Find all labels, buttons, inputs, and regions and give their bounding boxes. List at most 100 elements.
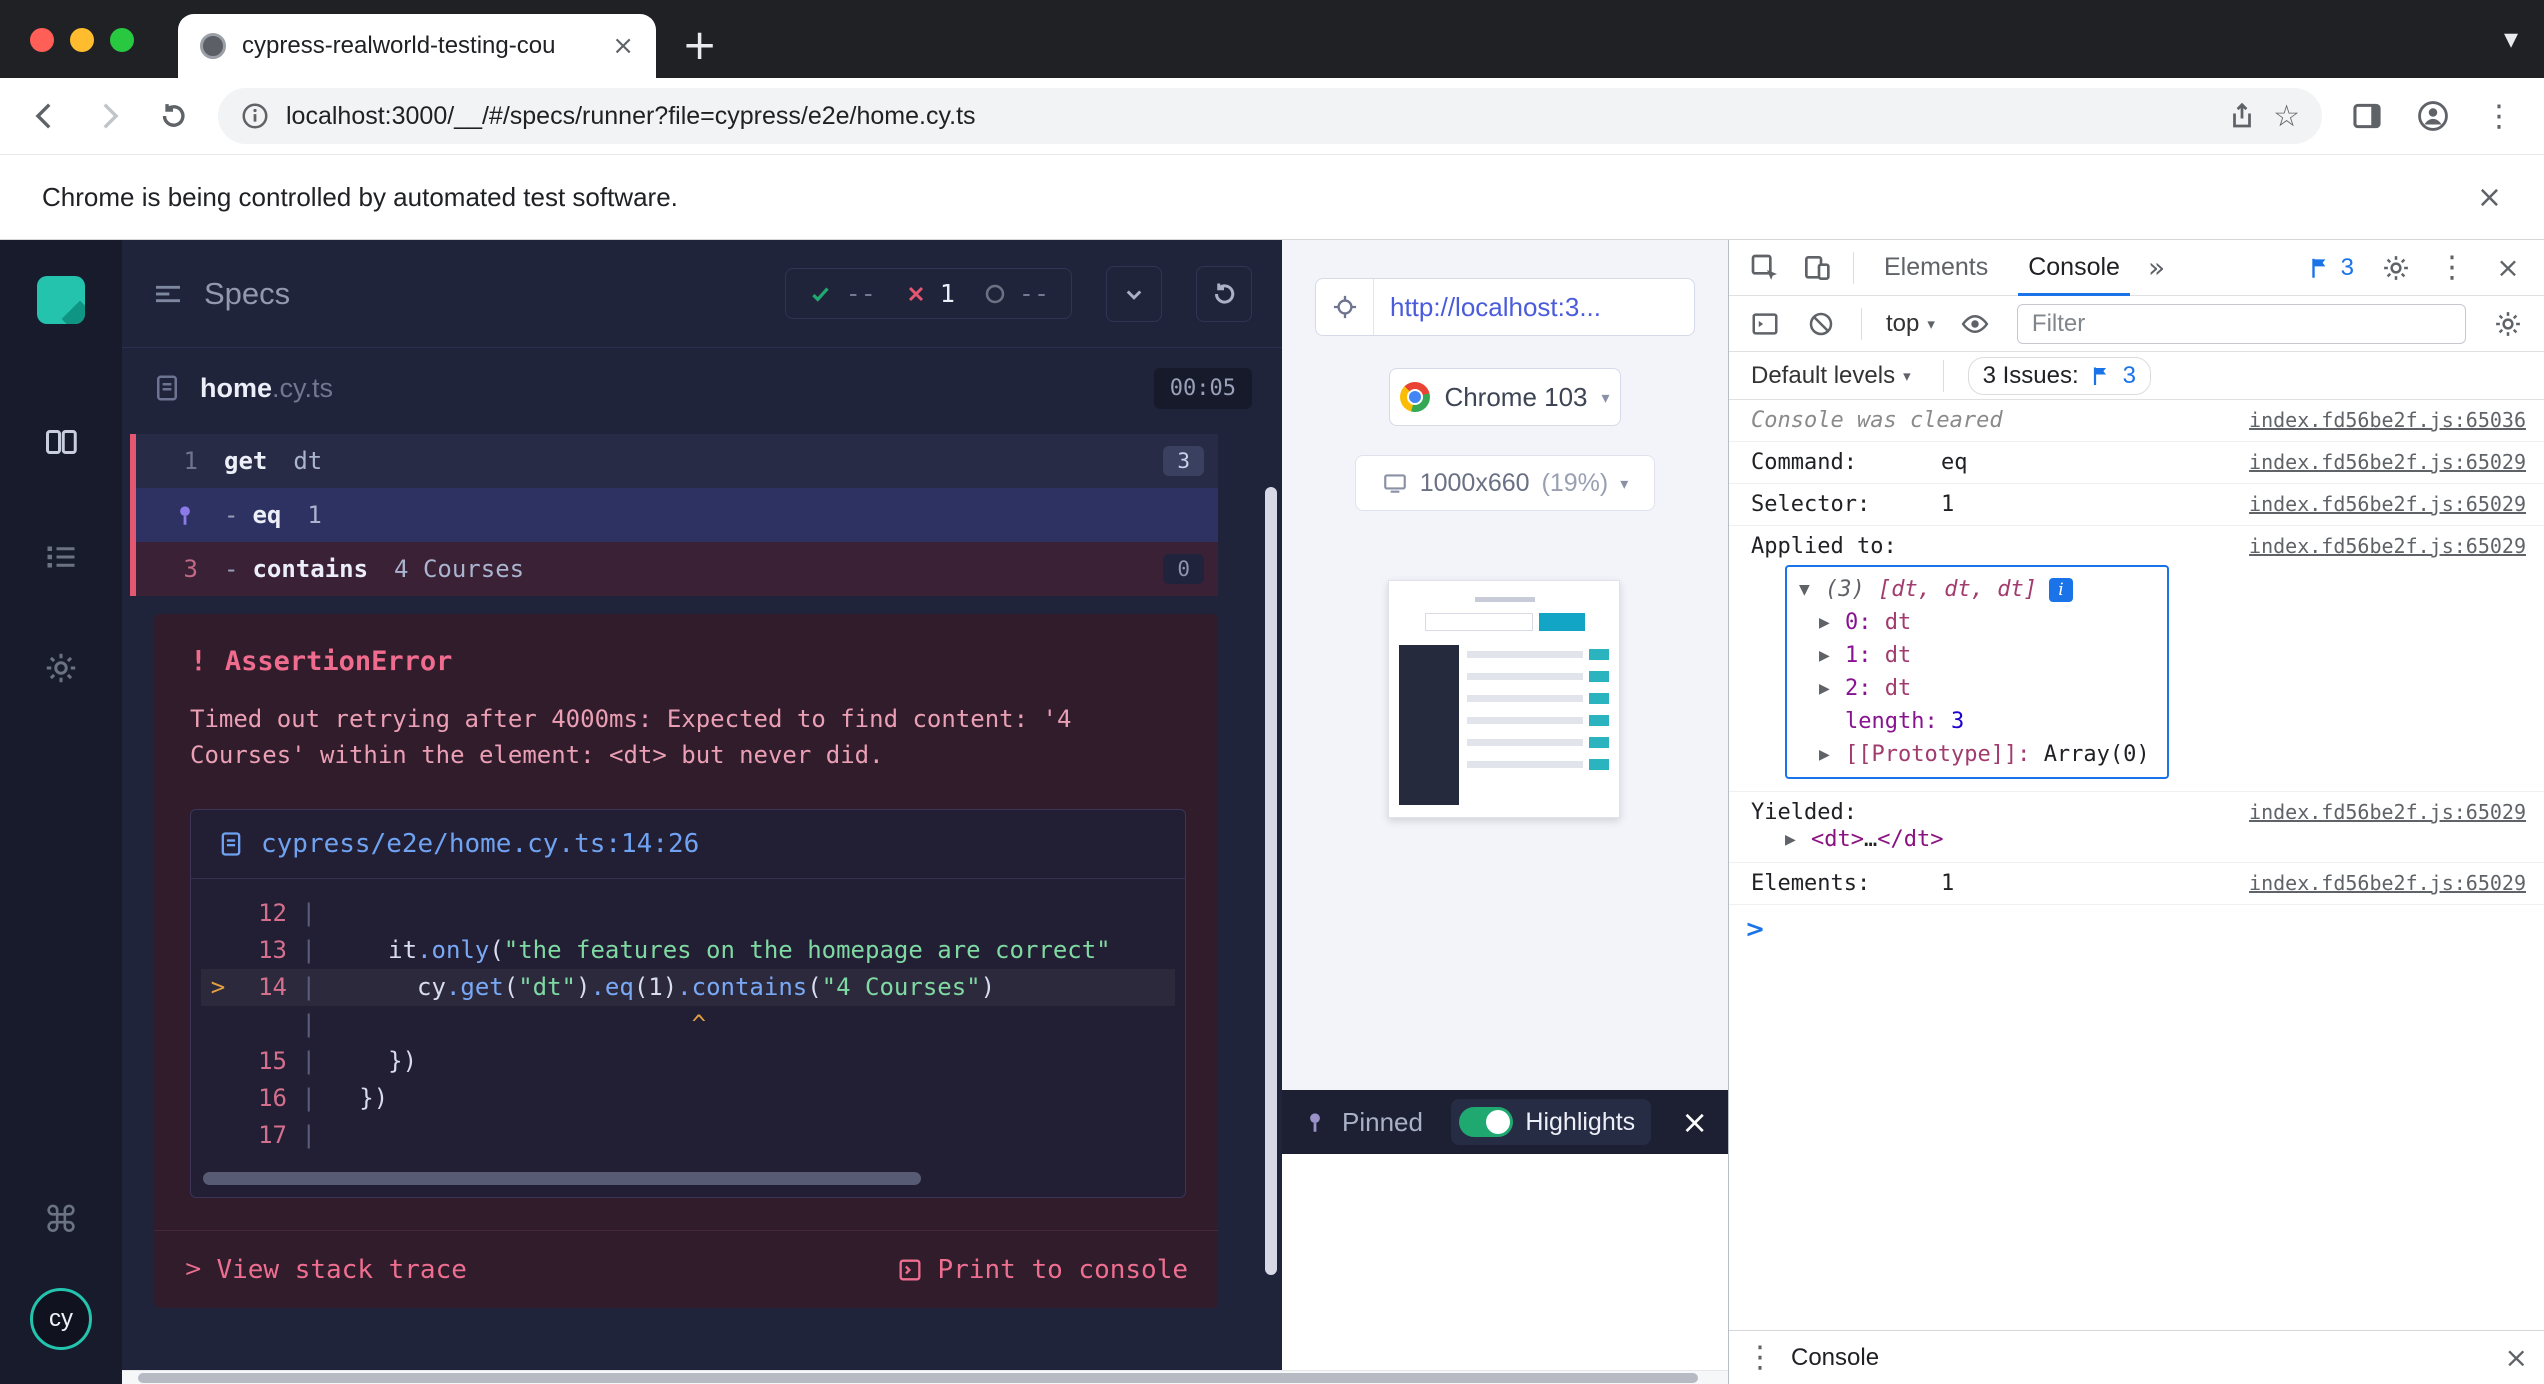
code-line: 17 | [258,1121,331,1149]
array-inspection-box: ▼ (3) [dt, dt, dt] i ▶ 0: dt ▶ 1: dt ▶ 2… [1785,565,2169,779]
pin-icon[interactable] [136,502,198,528]
scrollbar-thumb[interactable] [138,1373,1698,1383]
command-number: 1 [183,447,198,475]
aut-url-bar[interactable]: http://localhost:3... [1315,278,1695,336]
code-frame-file-link[interactable]: cypress/e2e/home.cy.ts:14:26 [261,829,699,859]
rerun-tests-button[interactable] [1196,265,1252,322]
array-preview-line[interactable]: ▼ (3) [dt, dt, dt] i [1799,573,2155,606]
clear-console-icon[interactable] [1797,300,1845,348]
address-bar[interactable]: localhost:3000/__/#/specs/runner?file=cy… [218,88,2322,144]
site-info-icon[interactable] [240,101,270,131]
scrollbar-thumb[interactable] [203,1172,921,1185]
user-avatar[interactable]: cy [0,1288,122,1350]
back-button[interactable] [16,87,74,145]
reporter-scrollbar[interactable] [1265,487,1277,1275]
device-toolbar-icon[interactable] [1793,244,1841,292]
issues-summary-button[interactable]: 3 Issues: 3 [1967,356,2152,395]
issues-counter-button[interactable]: 3 [2297,250,2364,286]
disclosure-closed-icon[interactable]: ▶ [1819,747,1845,763]
command-row-get[interactable]: 1 get dt 3 [136,434,1218,488]
source-link[interactable]: index.fd56be2f.js:65029 [2229,492,2526,516]
window-zoom-button[interactable] [110,28,134,52]
disclosure-closed-icon[interactable]: ▶ [1785,832,1811,848]
execution-context-dropdown[interactable]: top ▾ [1878,310,1943,338]
tab-close-icon[interactable]: × [612,31,634,61]
log-label: Yielded: [1751,800,1857,825]
array-item[interactable]: ▶ 1: dt [1799,639,2155,672]
inspect-element-icon[interactable] [1741,244,1789,292]
code-frame-scrollbar[interactable] [203,1172,1173,1185]
browser-menu-icon[interactable]: ⋮ [2470,87,2528,145]
info-badge-icon[interactable]: i [2048,577,2073,602]
sidebar-item-settings[interactable] [0,650,122,686]
command-name: get [224,447,268,475]
view-stack-trace-link[interactable]: > View stack trace [184,1255,467,1285]
window-minimize-button[interactable] [70,28,94,52]
disclosure-closed-icon[interactable]: ▶ [1819,681,1845,697]
chevron-down-icon: ▾ [1620,473,1629,493]
new-tab-button[interactable]: + [682,24,717,66]
drawer-close-icon[interactable]: × [2505,1341,2528,1374]
side-panel-icon[interactable] [2338,87,2396,145]
aut-url-link[interactable]: http://localhost:3... [1374,292,1617,323]
disclosure-closed-icon[interactable]: ▶ [1819,615,1845,631]
forward-button[interactable] [80,87,138,145]
devtools-settings-icon[interactable] [2372,244,2420,292]
more-tabs-icon[interactable]: » [2142,251,2171,284]
devtools-close-icon[interactable]: × [2484,244,2532,292]
tab-elements[interactable]: Elements [1866,240,2006,296]
drawer-console-tab[interactable]: Console [1791,1344,1879,1372]
disclosure-open-icon[interactable]: ▼ [1799,582,1825,598]
selector-playground-icon[interactable] [1316,279,1374,335]
sidebar-item-runs[interactable] [0,539,122,575]
devtools-menu-icon[interactable]: ⋮ [2428,244,2476,292]
bookmark-star-icon[interactable]: ☆ [2273,99,2300,134]
infobar-close-icon[interactable]: × [2477,180,2502,215]
share-icon[interactable] [2227,101,2257,131]
console-settings-icon[interactable] [2484,300,2532,348]
reload-button[interactable] [144,87,202,145]
window-close-button[interactable] [30,28,54,52]
page-horizontal-scrollbar[interactable] [122,1370,1728,1384]
profile-avatar-icon[interactable] [2404,87,2462,145]
array-item[interactable]: ▶ 2: dt [1799,672,2155,705]
highlights-toggle[interactable] [1459,1107,1514,1137]
log-levels-dropdown[interactable]: Default levels ▾ [1743,362,1919,390]
console-prompt[interactable]: > [1729,905,2544,953]
sidebar-item-specs[interactable] [0,424,122,460]
source-link[interactable]: index.fd56be2f.js:65029 [2229,534,2526,558]
keyboard-shortcuts-icon[interactable]: ⌘ [0,1200,122,1241]
cypress-logo[interactable] [37,276,85,324]
source-link[interactable]: index.fd56be2f.js:65036 [2229,408,2526,432]
source-link[interactable]: index.fd56be2f.js:65029 [2229,450,2526,474]
tab-console[interactable]: Console [2010,240,2138,296]
console-filter-input[interactable] [2016,303,2466,344]
cross-icon [908,286,923,301]
browser-tab[interactable]: cypress-realworld-testing-cou × [178,14,656,78]
array-prototype-line[interactable]: ▶ [[Prototype]]: Array(0) [1799,738,2155,771]
flag-icon [2311,258,2326,278]
tab-search-icon[interactable]: ▾ [2504,22,2518,55]
command-row-eq[interactable]: - eq 1 [136,488,1218,542]
chevron-right-icon: > [184,1257,203,1282]
command-row-contains[interactable]: 3 - contains 4 Courses 0 [136,542,1218,596]
spec-file-bar[interactable]: home.cy.ts 00:05 [122,348,1282,428]
drawer-menu-icon[interactable]: ⋮ [1745,1340,1775,1375]
print-to-console-link[interactable]: Print to console [896,1255,1188,1285]
unpin-close-icon[interactable]: × [1681,1103,1708,1141]
main-content: ⌘ cy Specs -- 1 -- home.cy.ts 00:05 1 ge… [0,240,2544,1384]
viewport-size-dropdown[interactable]: 1000x660 (19%) ▾ [1355,455,1655,511]
specs-list-icon[interactable] [152,278,184,310]
yielded-element-preview[interactable]: ▶ <dt>… </dt> [1729,827,2544,863]
source-link[interactable]: index.fd56be2f.js:65029 [2229,800,2526,824]
collapse-tests-button[interactable] [1106,265,1162,322]
url-text[interactable]: localhost:3000/__/#/specs/runner?file=cy… [286,102,2211,131]
console-sidebar-icon[interactable] [1741,300,1789,348]
browser-selector-dropdown[interactable]: Chrome 103 ▾ [1389,368,1621,426]
source-link[interactable]: index.fd56be2f.js:65029 [2229,871,2526,895]
tab-title: cypress-realworld-testing-cou [242,32,556,59]
array-item[interactable]: ▶ 0: dt [1799,606,2155,639]
disclosure-closed-icon[interactable]: ▶ [1819,648,1845,664]
eye-icon[interactable] [1951,300,1999,348]
app-preview-thumbnail [1388,580,1620,818]
